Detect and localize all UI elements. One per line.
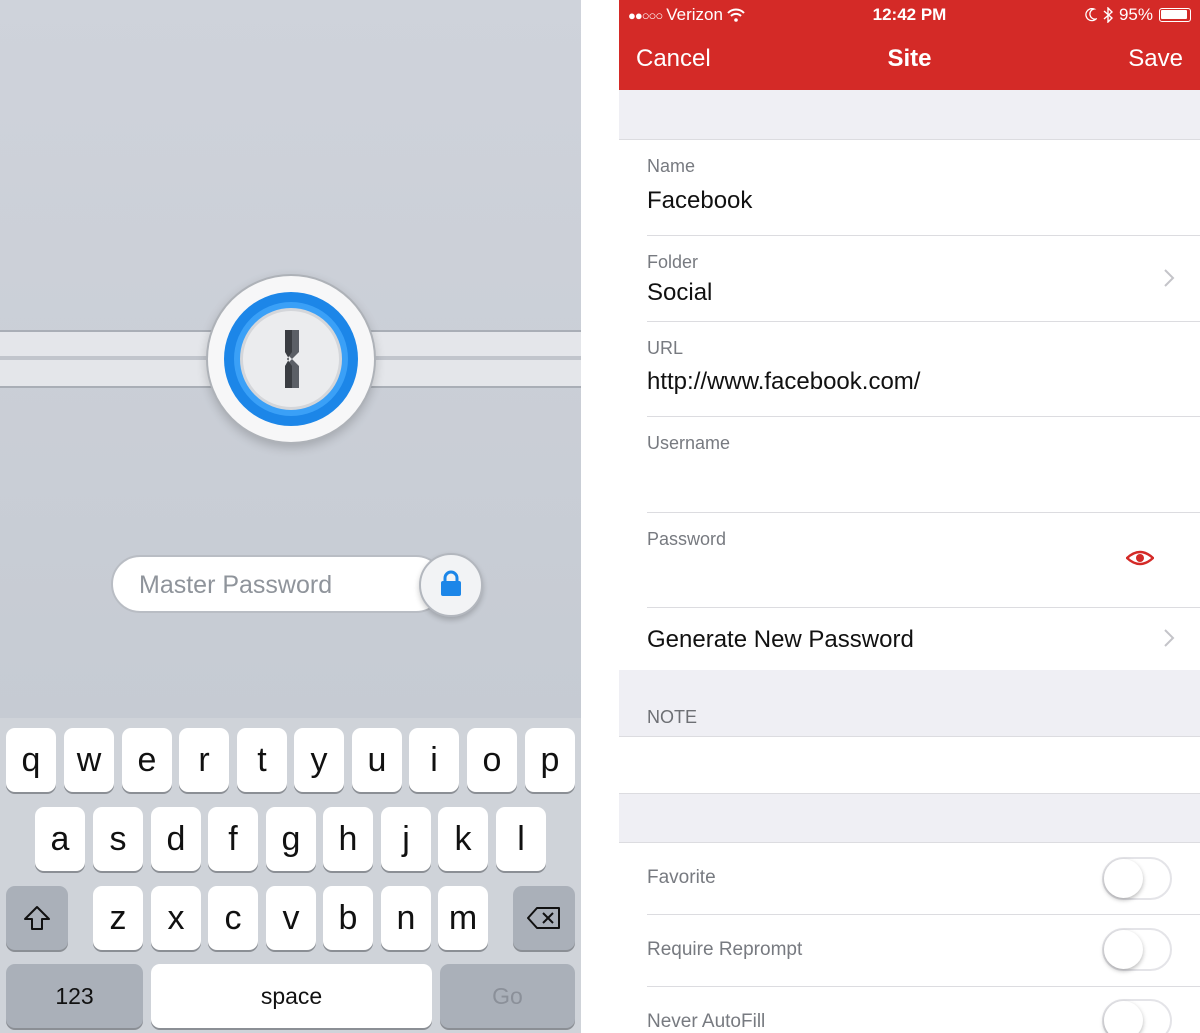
key-z[interactable]: z (93, 886, 143, 950)
favorite-label: Favorite (647, 867, 716, 888)
go-key[interactable]: Go (440, 964, 575, 1028)
key-p[interactable]: p (525, 728, 575, 792)
shift-icon (24, 906, 50, 930)
url-label: URL (647, 338, 684, 358)
folder-value: Social (647, 279, 713, 306)
status-bar: ●●○○○ Verizon 12:42 PM 95% (619, 0, 1200, 30)
url-value[interactable]: http://www.facebook.com/ (647, 368, 920, 396)
name-field[interactable]: Name Facebook (619, 140, 1200, 236)
unlock-button[interactable] (419, 553, 483, 617)
delete-key[interactable] (513, 886, 575, 950)
note-header: NOTE (647, 707, 698, 727)
folder-field[interactable]: Folder Social (619, 236, 1200, 322)
key-r[interactable]: r (179, 728, 229, 792)
folder-label: Folder (647, 252, 699, 272)
reveal-password-icon[interactable] (1126, 549, 1154, 567)
generate-password-label: Generate New Password (647, 626, 914, 653)
moon-icon (1085, 8, 1097, 22)
bluetooth-icon (1103, 7, 1113, 23)
chevron-right-icon (1164, 269, 1175, 287)
space-key[interactable]: space (151, 964, 432, 1028)
key-y[interactable]: y (294, 728, 344, 792)
save-button[interactable]: Save (1128, 45, 1183, 73)
nav-bar: Cancel Site Save (619, 30, 1200, 90)
app-logo (206, 274, 376, 444)
section-spacer (619, 90, 1200, 140)
key-c[interactable]: c (208, 886, 258, 950)
numbers-key[interactable]: 123 (6, 964, 143, 1028)
key-g[interactable]: g (266, 807, 316, 871)
lock-icon (441, 570, 461, 596)
autofill-label: Never AutoFill (647, 1011, 766, 1032)
favorite-row: Favorite (619, 843, 1200, 915)
lock-screen: q w e r t y u i o p a s d f g h j k l z … (0, 0, 581, 1033)
key-t[interactable]: t (237, 728, 287, 792)
password-field[interactable]: Password (619, 513, 1200, 608)
username-label: Username (647, 433, 731, 453)
note-field[interactable] (619, 737, 1200, 793)
note-section-header (619, 670, 1200, 737)
url-field[interactable]: URL http://www.facebook.com/ (619, 322, 1200, 417)
key-e[interactable]: e (122, 728, 172, 792)
shift-key[interactable] (6, 886, 68, 950)
key-a[interactable]: a (35, 807, 85, 871)
key-h[interactable]: h (323, 807, 373, 871)
password-label: Password (647, 529, 727, 549)
key-l[interactable]: l (496, 807, 546, 871)
key-s[interactable]: s (93, 807, 143, 871)
panel-divider (581, 0, 619, 1033)
key-x[interactable]: x (151, 886, 201, 950)
name-value[interactable]: Facebook (647, 187, 752, 215)
master-password-field[interactable] (111, 555, 445, 613)
master-password-input[interactable] (139, 570, 399, 600)
autofill-row: Never AutoFill (619, 987, 1200, 1033)
key-o[interactable]: o (467, 728, 517, 792)
key-i[interactable]: i (409, 728, 459, 792)
keyboard: q w e r t y u i o p a s d f g h j k l z … (0, 718, 581, 1033)
reprompt-toggle[interactable] (1102, 928, 1172, 971)
key-w[interactable]: w (64, 728, 114, 792)
key-n[interactable]: n (381, 886, 431, 950)
key-v[interactable]: v (266, 886, 316, 950)
key-b[interactable]: b (323, 886, 373, 950)
reprompt-row: Require Reprompt (619, 915, 1200, 987)
autofill-toggle[interactable] (1102, 999, 1172, 1033)
username-field[interactable]: Username (619, 417, 1200, 513)
name-label: Name (647, 156, 696, 176)
key-f[interactable]: f (208, 807, 258, 871)
reprompt-label: Require Reprompt (647, 939, 803, 960)
edit-site-screen: ●●○○○ Verizon 12:42 PM 95% Cancel Site S… (619, 0, 1200, 1033)
keyhole-icon (283, 330, 301, 388)
key-k[interactable]: k (438, 807, 488, 871)
backspace-icon (527, 907, 560, 929)
page-title: Site (887, 45, 932, 72)
key-d[interactable]: d (151, 807, 201, 871)
key-q[interactable]: q (6, 728, 56, 792)
key-j[interactable]: j (381, 807, 431, 871)
chevron-right-icon (1164, 629, 1175, 647)
battery-icon (1159, 8, 1191, 22)
key-m[interactable]: m (438, 886, 488, 950)
section-spacer (619, 793, 1200, 843)
battery-percent: 95% (1118, 5, 1153, 24)
favorite-toggle[interactable] (1102, 857, 1172, 900)
key-u[interactable]: u (352, 728, 402, 792)
generate-password-row[interactable]: Generate New Password (619, 608, 1200, 670)
